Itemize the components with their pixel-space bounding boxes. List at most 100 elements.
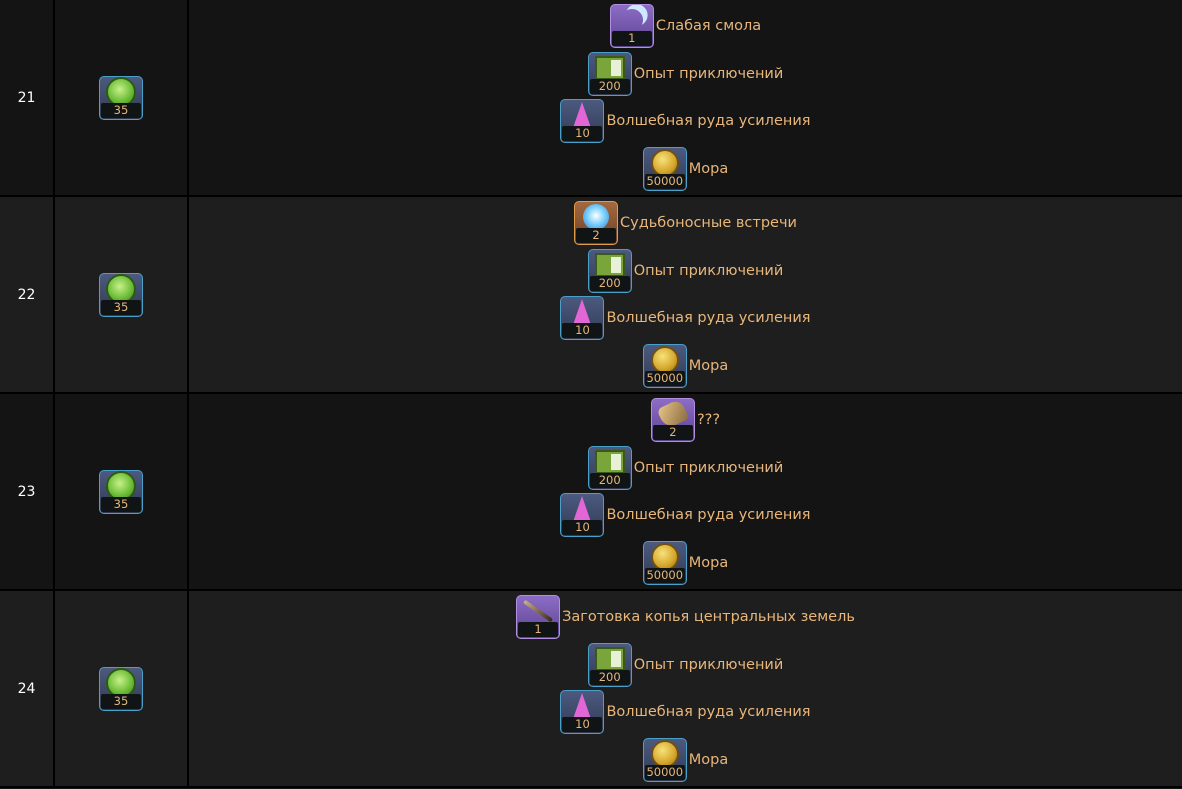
level-cell: 22 <box>0 197 55 392</box>
reward-item: 2??? <box>650 397 721 442</box>
reward-table: 21 35 1 Слабая смола 200 Опыт приключений 10 Во… <box>0 0 1182 788</box>
reward-label: Мора <box>688 752 729 769</box>
reward-icon[interactable]: 2 <box>574 200 619 245</box>
cost-cell: 35 <box>55 197 189 392</box>
reward-icon[interactable]: 1 <box>609 3 654 48</box>
crystal-ore-icon <box>573 102 592 129</box>
reward-icon[interactable]: 10 <box>560 690 605 735</box>
cost-cell: 35 <box>55 394 189 589</box>
cost-item[interactable]: 35 <box>99 272 143 317</box>
item-quantity: 200 <box>589 275 630 291</box>
item-quantity: 35 <box>101 496 141 512</box>
level-cell: 23 <box>0 394 55 589</box>
item-quantity: 50000 <box>644 568 685 584</box>
reward-item: 10 Волшебная руда усиления <box>560 99 811 144</box>
reward-item: 200 Опыт приключений <box>587 642 784 687</box>
item-quantity: 50000 <box>644 174 685 190</box>
reward-label: Опыт приключений <box>633 65 784 82</box>
item-quantity: 50000 <box>644 371 685 387</box>
crystal-ore-icon <box>573 299 592 326</box>
table-row: 22 35 2 Судьбоносные встречи 200 Опыт приключ… <box>0 197 1182 394</box>
reward-icon[interactable]: 1 <box>516 594 561 639</box>
level-cell: 24 <box>0 591 55 786</box>
reward-icon[interactable]: 50000 <box>642 541 687 586</box>
item-quantity: 200 <box>589 78 630 94</box>
reward-label: Заготовка копья центральных земель <box>562 608 855 625</box>
crystal-ore-icon <box>573 693 592 720</box>
item-quantity: 2 <box>576 227 617 243</box>
rewards-cell: 1 Слабая смола 200 Опыт приключений 10 Волшеб… <box>189 0 1182 195</box>
item-quantity: 35 <box>101 693 141 709</box>
reward-icon[interactable]: 2 <box>650 397 695 442</box>
reward-item: 10 Волшебная руда усиления <box>560 296 811 341</box>
item-quantity: 35 <box>101 299 141 315</box>
mora-coin-icon <box>650 543 679 572</box>
rewards-cell: 2??? 200 Опыт приключений 10 Волшебная руда … <box>189 394 1182 589</box>
cost-item[interactable]: 35 <box>99 469 143 514</box>
reward-item: 50000 Мора <box>642 344 729 389</box>
reward-label: ??? <box>696 411 721 428</box>
table-row: 21 35 1 Слабая смола 200 Опыт приключений 10 Во… <box>0 0 1182 197</box>
item-quantity: 10 <box>562 126 603 142</box>
cost-item[interactable]: 35 <box>99 666 143 711</box>
reward-item: 1 Заготовка копья центральных земель <box>516 594 855 639</box>
mora-coin-icon <box>650 740 679 769</box>
item-quantity: 10 <box>562 520 603 536</box>
reward-icon[interactable]: 50000 <box>642 344 687 389</box>
reward-label: Мора <box>688 358 729 375</box>
reward-item: 2 Судьбоносные встречи <box>574 200 797 245</box>
item-quantity: 200 <box>589 472 630 488</box>
reward-icon[interactable]: 200 <box>587 642 632 687</box>
level-cell: 21 <box>0 0 55 195</box>
cost-cell: 35 <box>55 0 189 195</box>
reward-item: 200 Опыт приключений <box>587 51 784 96</box>
item-quantity: 35 <box>101 102 141 118</box>
rewards-cell: 1 Заготовка копья центральных земель 200 Оп… <box>189 591 1182 786</box>
reward-item: 10 Волшебная руда усиления <box>560 690 811 735</box>
reward-item: 1 Слабая смола <box>609 3 762 48</box>
reward-label: Мора <box>688 161 729 178</box>
crystal-ore-icon <box>573 496 592 523</box>
reward-label: Волшебная руда усиления <box>606 507 811 524</box>
cost-item[interactable]: 35 <box>99 75 143 120</box>
reward-label: Слабая смола <box>655 17 762 34</box>
reward-icon[interactable]: 10 <box>560 99 605 144</box>
spear-billet-icon <box>523 599 554 623</box>
intertwined-fate-icon <box>583 203 610 230</box>
reward-label: Опыт приключений <box>633 459 784 476</box>
reward-label: Волшебная руда усиления <box>606 113 811 130</box>
reward-icon[interactable]: 10 <box>560 296 605 341</box>
mora-coin-icon <box>650 149 679 178</box>
reward-icon[interactable]: 200 <box>587 445 632 490</box>
reward-label: Волшебная руда усиления <box>606 704 811 721</box>
reward-item: 200 Опыт приключений <box>587 248 784 293</box>
reward-label: Опыт приключений <box>633 262 784 279</box>
adventure-exp-book-icon <box>594 646 625 671</box>
adventure-exp-book-icon <box>594 449 625 474</box>
reward-item: 50000 Мора <box>642 147 729 192</box>
table-row: 24 35 1 Заготовка копья центральных земель 2… <box>0 591 1182 788</box>
mora-coin-icon <box>650 346 679 375</box>
reward-item: 50000 Мора <box>642 541 728 586</box>
reward-label: Опыт приключений <box>633 656 784 673</box>
item-quantity: 10 <box>562 323 603 339</box>
item-quantity: 50000 <box>644 765 685 781</box>
item-quantity: 1 <box>518 621 559 637</box>
rewards-cell: 2 Судьбоносные встречи 200 Опыт приключений… <box>189 197 1182 392</box>
cost-cell: 35 <box>55 591 189 786</box>
table-row: 23 35 2??? 200 Опыт приключений 10 Волшебная р… <box>0 394 1182 591</box>
reward-icon[interactable]: 200 <box>587 51 632 96</box>
reward-icon[interactable]: 50000 <box>642 738 687 783</box>
reward-item: 200 Опыт приключений <box>587 445 784 490</box>
reward-item: 50000 Мора <box>642 738 729 783</box>
reward-item: 10 Волшебная руда усиления <box>560 493 811 538</box>
adventure-exp-book-icon <box>594 55 625 80</box>
item-quantity: 200 <box>589 669 630 685</box>
moon-resin-icon <box>618 6 646 34</box>
reward-icon[interactable]: 10 <box>560 493 605 538</box>
reward-label: Судьбоносные встречи <box>620 214 797 231</box>
item-quantity: 1 <box>611 30 652 46</box>
reward-icon[interactable]: 50000 <box>642 147 687 192</box>
item-quantity: 10 <box>562 717 603 733</box>
reward-icon[interactable]: 200 <box>587 248 632 293</box>
